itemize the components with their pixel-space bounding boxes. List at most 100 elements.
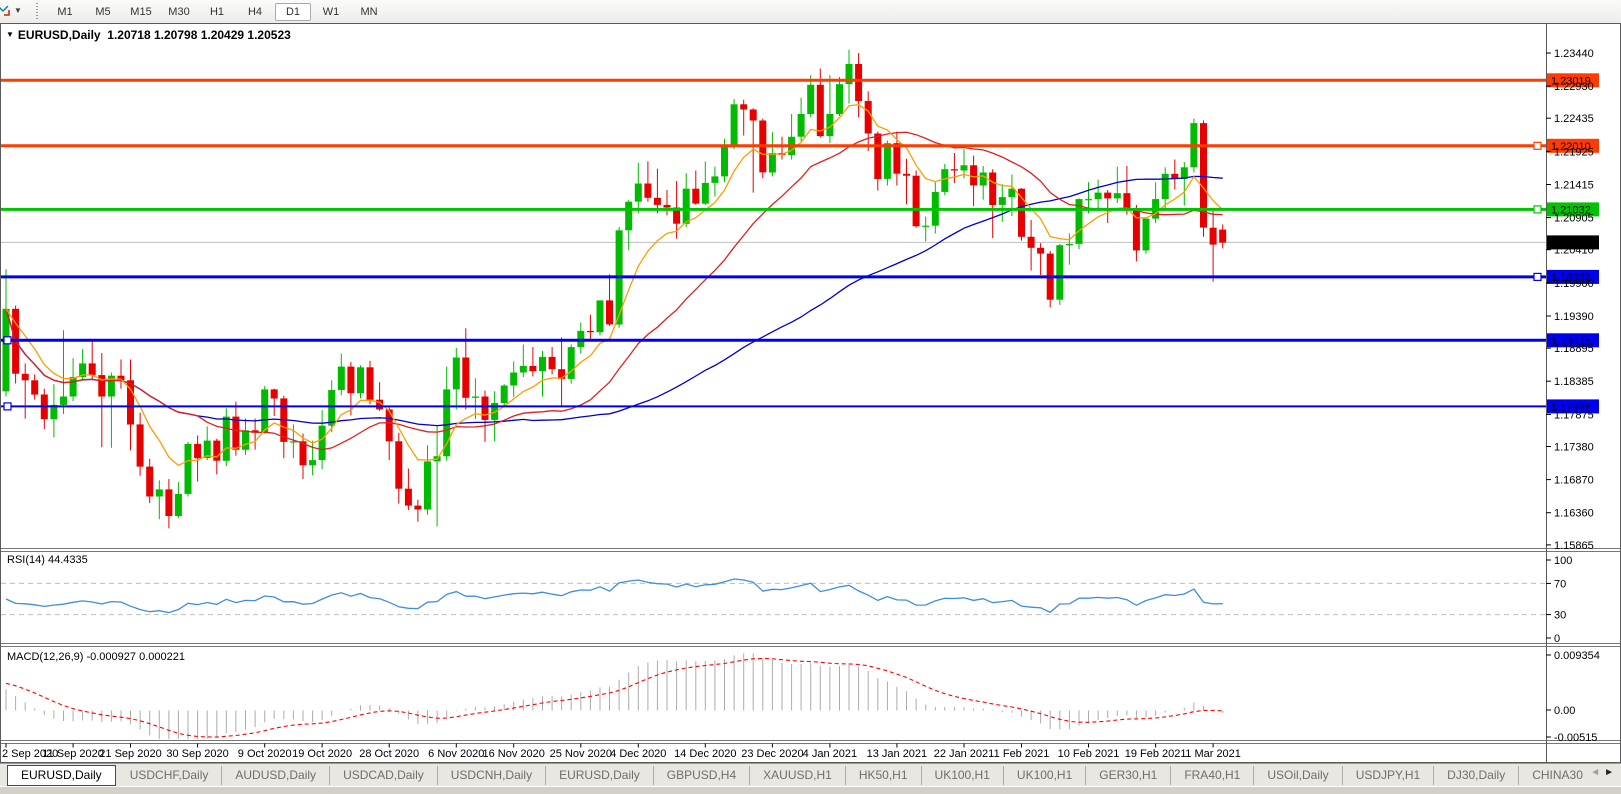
candle [836, 84, 843, 114]
timeframe-button-m5[interactable]: M5 [85, 3, 121, 21]
candle [1162, 174, 1169, 199]
chart-tab-xauusd-h1[interactable]: XAUUSD,H1 [750, 766, 846, 785]
candle [482, 397, 489, 420]
tab-scroll-left-button[interactable]: ◄ [1590, 767, 1604, 778]
chart-tab-eurusd-daily[interactable]: EURUSD,Daily [546, 766, 654, 785]
chart-tab-usdcnh-daily[interactable]: USDCNH,Daily [438, 766, 546, 785]
macd-tick-label: 0.009354 [1554, 650, 1600, 662]
candle [232, 417, 239, 450]
date-label: 23 Dec 2020 [741, 748, 803, 760]
chart-tab-gbpusd-h4[interactable]: GBPUSD,H4 [654, 766, 750, 785]
candle [1066, 244, 1073, 245]
timeframe-button-w1[interactable]: W1 [313, 3, 349, 21]
chart-tab-audusd-daily[interactable]: AUDUSD,Daily [222, 766, 330, 785]
macd-signal-line [6, 659, 1223, 738]
candle [913, 176, 920, 227]
candle [539, 357, 546, 371]
chart-tab-uk100-h1[interactable]: UK100,H1 [922, 766, 1004, 785]
chart-tab-usdjpy-h1[interactable]: USDJPY,H1 [1343, 766, 1434, 785]
date-label: 1 Feb 2021 [994, 748, 1050, 760]
candle [405, 489, 412, 506]
candle [309, 460, 316, 465]
rsi-tick-label: 0 [1554, 633, 1560, 645]
chart-tab-usdchf-daily[interactable]: USDCHF,Daily [117, 766, 223, 785]
chart-border [1, 24, 1621, 763]
candle [223, 417, 230, 461]
chart-tab-usoil-daily[interactable]: USOil,Daily [1254, 766, 1342, 785]
toolbar-grip[interactable] [36, 3, 38, 20]
candle [1018, 189, 1025, 237]
candle [1037, 248, 1044, 254]
candle [750, 110, 757, 121]
date-label: 30 Sep 2020 [166, 748, 228, 760]
timeframe-button-h4[interactable]: H4 [237, 3, 273, 21]
price-tick-label: 1.17875 [1554, 409, 1594, 421]
candle [367, 367, 374, 400]
date-label: 16 Nov 2020 [483, 748, 545, 760]
line-handle[interactable] [1534, 206, 1541, 213]
chart-tab-fra40-h1[interactable]: FRA40,H1 [1171, 766, 1254, 785]
date-label: 10 Feb 2021 [1058, 748, 1120, 760]
candle [338, 367, 345, 390]
candle [1085, 199, 1092, 200]
candle [328, 390, 335, 426]
candle [903, 174, 910, 176]
tab-scroll-right-button[interactable]: ► [1604, 767, 1618, 778]
price-tick-label: 1.17380 [1554, 442, 1594, 454]
macd-indicator-label: MACD(12,26,9) -0.000927 0.000221 [7, 651, 185, 663]
line-handle[interactable] [1534, 142, 1541, 149]
candle [424, 461, 431, 509]
candle [711, 176, 718, 183]
line-handle[interactable] [1534, 273, 1541, 280]
candle [980, 173, 987, 186]
chart-tab-uk100-h1[interactable]: UK100,H1 [1004, 766, 1086, 785]
indicator-icon[interactable] [0, 3, 11, 19]
candle [740, 104, 747, 109]
candle [1219, 230, 1226, 243]
price-tick-label: 1.16360 [1554, 508, 1594, 520]
chart-plot[interactable]: 1.230191.220101.210321.199921.190151.179… [0, 23, 1621, 763]
chart-window[interactable]: 1.230191.220101.210321.199921.190151.179… [0, 23, 1621, 763]
timeframe-button-m1[interactable]: M1 [47, 3, 83, 21]
chart-tab-ger30-h1[interactable]: GER30,H1 [1086, 766, 1171, 785]
price-tick-label: 1.20410 [1554, 245, 1594, 257]
candle [1028, 237, 1035, 248]
candle [261, 389, 268, 432]
candle [414, 506, 421, 510]
ma-slow-line [6, 176, 1223, 425]
chevron-down-icon[interactable]: ▼ [14, 6, 22, 16]
timeframe-toolbar: M1M5M15M30H1H4D1W1MN [46, 1, 388, 22]
chart-ohlc-values: 1.20718 1.20798 1.20429 1.20523 [107, 28, 291, 42]
line-handle[interactable] [4, 403, 11, 410]
candle [970, 165, 977, 185]
timeframe-button-d1[interactable]: D1 [275, 3, 311, 21]
chart-tab-usdcad-daily[interactable]: USDCAD,Daily [330, 766, 438, 785]
timeframe-button-m30[interactable]: M30 [161, 3, 197, 21]
candle [874, 134, 881, 180]
chart-tab-eurusd-daily[interactable]: EURUSD,Daily [7, 765, 116, 786]
candle [721, 147, 728, 177]
chart-tab-dj30-daily[interactable]: DJ30,Daily [1434, 766, 1519, 785]
timeframe-button-m15[interactable]: M15 [123, 3, 159, 21]
chart-tab-china300-h1[interactable]: CHINA300,H1 [1519, 766, 1583, 785]
candle [1143, 219, 1150, 251]
price-tick-label: 1.19390 [1554, 311, 1594, 323]
macd-tick-label: 0.00 [1554, 705, 1575, 717]
candle [501, 386, 508, 404]
line-handle[interactable] [4, 337, 11, 344]
candle [165, 489, 172, 516]
date-label: 19 Feb 2021 [1125, 748, 1187, 760]
candle [213, 441, 220, 461]
timeframe-button-h1[interactable]: H1 [199, 3, 235, 21]
candle [961, 165, 968, 170]
chart-tab-hk50-h1[interactable]: HK50,H1 [846, 766, 922, 785]
chart-title: ▼EURUSD,Daily 1.20718 1.20798 1.20429 1.… [6, 28, 291, 42]
price-tick-label: 1.23440 [1554, 48, 1594, 60]
rsi-tick-label: 30 [1554, 610, 1566, 622]
candle [989, 173, 996, 206]
chart-title-dropdown-icon[interactable]: ▼ [6, 30, 14, 39]
candle [817, 85, 824, 136]
candle [798, 114, 805, 137]
date-label: 4 Jan 2021 [803, 748, 857, 760]
timeframe-button-mn[interactable]: MN [351, 3, 387, 21]
